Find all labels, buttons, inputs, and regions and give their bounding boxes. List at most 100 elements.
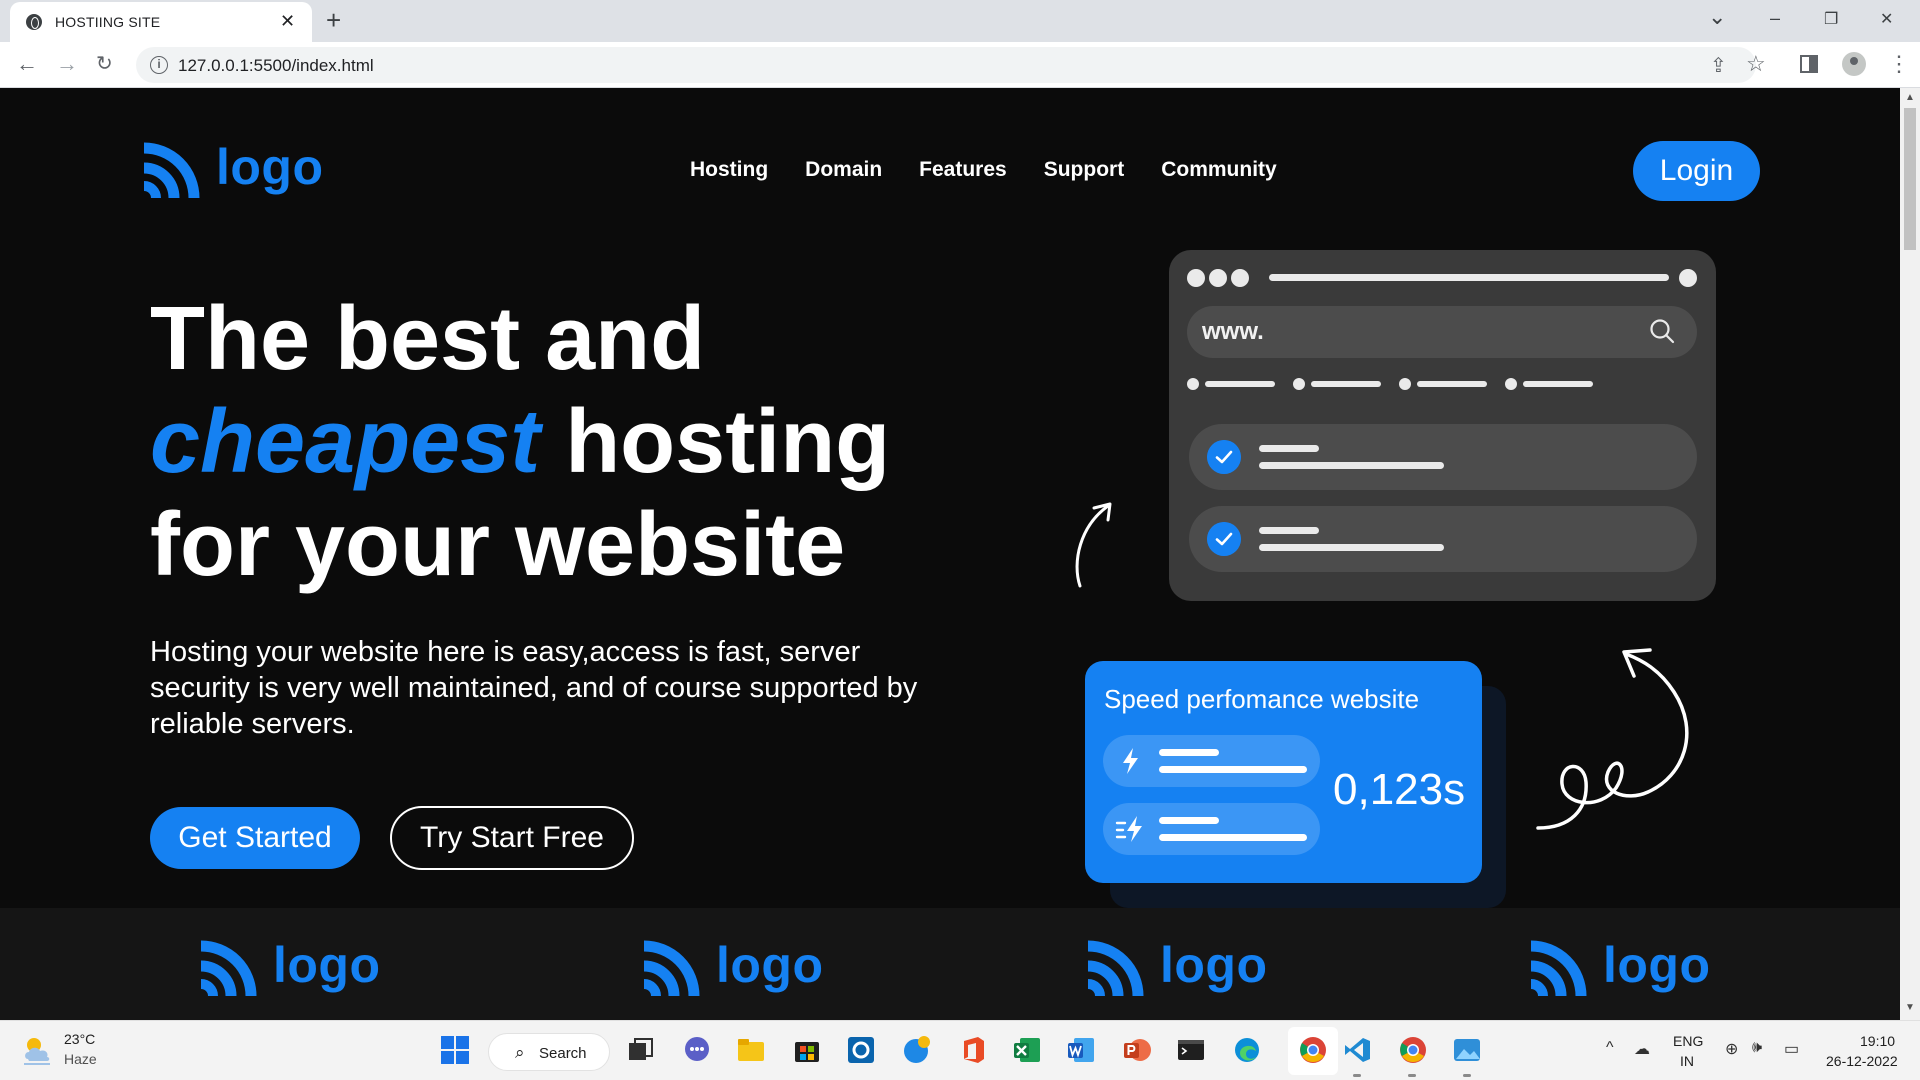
start-icon[interactable] — [440, 1035, 470, 1065]
nav-support[interactable]: Support — [1044, 158, 1124, 182]
address-bar[interactable]: i 127.0.0.1:5500/index.html ⇪ ☆ — [136, 47, 1766, 83]
page-scrollbar[interactable]: ▲ ▼ — [1900, 88, 1920, 1020]
tab-search-icon[interactable]: ⌄ — [1708, 4, 1726, 30]
language-code[interactable]: ENG — [1673, 1033, 1703, 1049]
swirl-arrow-icon — [1536, 648, 1689, 830]
site-info-icon[interactable]: i — [150, 56, 168, 74]
reload-icon[interactable]: ↻ — [96, 52, 113, 76]
hero-title-line-3: for your website — [150, 495, 846, 595]
store-icon[interactable] — [792, 1035, 822, 1065]
minimize-button[interactable]: – — [1770, 8, 1780, 29]
partner-logos-strip: logo logo logo logo — [0, 908, 1900, 1020]
partner-logo[interactable]: logo — [640, 938, 824, 1000]
onedrive-icon[interactable]: ☁ — [1634, 1039, 1650, 1059]
checklist-item — [1189, 506, 1697, 572]
fast-lightning-icon — [1115, 816, 1142, 842]
try-start-free-button[interactable]: Try Start Free — [390, 806, 634, 870]
forward-icon[interactable]: → — [56, 52, 78, 76]
outlook-icon[interactable] — [846, 1035, 876, 1065]
checklist-item — [1189, 424, 1697, 490]
edge-beta-icon[interactable] — [902, 1035, 932, 1065]
tab-close-icon[interactable]: ✕ — [280, 11, 295, 31]
partner-logo[interactable]: logo — [1084, 938, 1268, 1000]
page-viewport: logo Hosting Domain Features Support Com… — [0, 88, 1900, 1020]
partner-logo[interactable]: logo — [197, 938, 381, 1000]
main-nav: Hosting Domain Features Support Communit… — [690, 158, 1277, 182]
profile-avatar-icon[interactable] — [1842, 52, 1866, 76]
site-logo[interactable]: logo — [140, 140, 324, 202]
battery-icon[interactable]: ▭ — [1784, 1039, 1799, 1059]
office-icon[interactable] — [958, 1035, 988, 1065]
app-running-indicator — [1408, 1074, 1416, 1077]
weather-haze-icon[interactable] — [20, 1033, 56, 1067]
curved-arrow-icon — [1075, 502, 1112, 588]
kebab-menu-icon[interactable]: ⋮ — [1888, 52, 1910, 76]
get-started-button[interactable]: Get Started — [150, 807, 360, 869]
photos-icon[interactable] — [1452, 1035, 1482, 1065]
browser-tab[interactable]: HOSTIING SITE ✕ — [10, 2, 312, 42]
app-running-indicator — [1353, 1074, 1361, 1077]
search-icon: ⌕ — [515, 1043, 525, 1062]
lightning-icon — [1123, 748, 1138, 774]
weather-temperature[interactable]: 23°C — [64, 1031, 95, 1047]
browser-tab-strip: HOSTIING SITE ✕ + ⌄ – ❐ ✕ — [0, 0, 1920, 42]
vscode-icon[interactable] — [1342, 1035, 1372, 1065]
share-icon[interactable]: ⇪ — [1710, 53, 1727, 78]
excel-icon[interactable] — [1012, 1035, 1042, 1065]
taskbar-search-label: Search — [539, 1045, 587, 1062]
login-button[interactable]: Login — [1633, 141, 1760, 201]
check-icon — [1207, 440, 1241, 474]
scroll-down-icon[interactable]: ▼ — [1905, 1002, 1915, 1013]
hero-title-accent: cheapest — [150, 392, 541, 492]
chat-icon[interactable] — [682, 1035, 712, 1065]
globe-icon — [26, 14, 42, 30]
nav-features[interactable]: Features — [919, 158, 1007, 182]
window-dot — [1231, 269, 1249, 287]
language-region[interactable]: IN — [1680, 1053, 1694, 1069]
terminal-icon[interactable] — [1176, 1035, 1206, 1065]
speed-card-title: Speed perfomance website — [1104, 684, 1420, 714]
chrome-icon[interactable] — [1298, 1035, 1328, 1065]
hero-title-line-1: The best and — [150, 289, 706, 389]
volume-icon[interactable]: 🕪 — [1752, 1039, 1762, 1057]
nav-community[interactable]: Community — [1161, 158, 1277, 182]
partner-logo[interactable]: logo — [1527, 938, 1711, 1000]
windows-taskbar: 23°C Haze ⌕ Search ^ ☁ ENG IN ⊕ 🕪 ▭ 19:1… — [0, 1020, 1920, 1080]
tray-overflow-icon[interactable]: ^ — [1606, 1039, 1614, 1057]
powerpoint-icon[interactable] — [1122, 1035, 1152, 1065]
hero-description: Hosting your website here is easy,access… — [150, 636, 918, 740]
weather-description[interactable]: Haze — [64, 1051, 97, 1067]
partner-logo-text: logo — [1603, 937, 1711, 993]
window-dot — [1679, 269, 1697, 287]
taskbar-search[interactable]: ⌕ Search — [488, 1033, 610, 1071]
check-icon — [1207, 522, 1241, 556]
hero-title-line-2-rest: hosting — [540, 392, 891, 492]
task-view-icon[interactable] — [626, 1035, 656, 1065]
hero-title: The best and cheapest hosting for your w… — [150, 288, 950, 597]
wifi-logo-icon — [1530, 940, 1587, 997]
back-icon[interactable]: ← — [16, 52, 38, 76]
window-close-button[interactable]: ✕ — [1880, 9, 1893, 29]
side-panel-icon[interactable] — [1800, 55, 1818, 73]
nav-hosting[interactable]: Hosting — [690, 158, 768, 182]
nav-domain[interactable]: Domain — [805, 158, 882, 182]
new-tab-button[interactable]: + — [326, 7, 341, 33]
speed-value: 0,123s — [1333, 765, 1466, 814]
url-text[interactable]: 127.0.0.1:5500/index.html — [178, 56, 374, 76]
window-dot — [1209, 269, 1227, 287]
chrome-icon[interactable] — [1398, 1035, 1428, 1065]
hero-title-line-2: cheapest hosting — [150, 391, 950, 494]
word-icon[interactable] — [1066, 1035, 1096, 1065]
scroll-thumb[interactable] — [1904, 108, 1916, 250]
restore-button[interactable]: ❐ — [1824, 9, 1838, 29]
partner-logo-text: logo — [1160, 937, 1268, 993]
clock-time[interactable]: 19:10 — [1860, 1033, 1895, 1049]
file-explorer-icon[interactable] — [736, 1035, 766, 1065]
clock-date[interactable]: 26-12-2022 — [1826, 1053, 1898, 1069]
wifi-logo-icon — [143, 142, 200, 199]
network-globe-icon[interactable]: ⊕ — [1725, 1039, 1738, 1059]
edge-icon[interactable] — [1232, 1035, 1262, 1065]
speed-row — [1103, 803, 1320, 855]
scroll-up-icon[interactable]: ▲ — [1905, 92, 1915, 103]
bookmark-star-icon[interactable]: ☆ — [1746, 51, 1766, 77]
